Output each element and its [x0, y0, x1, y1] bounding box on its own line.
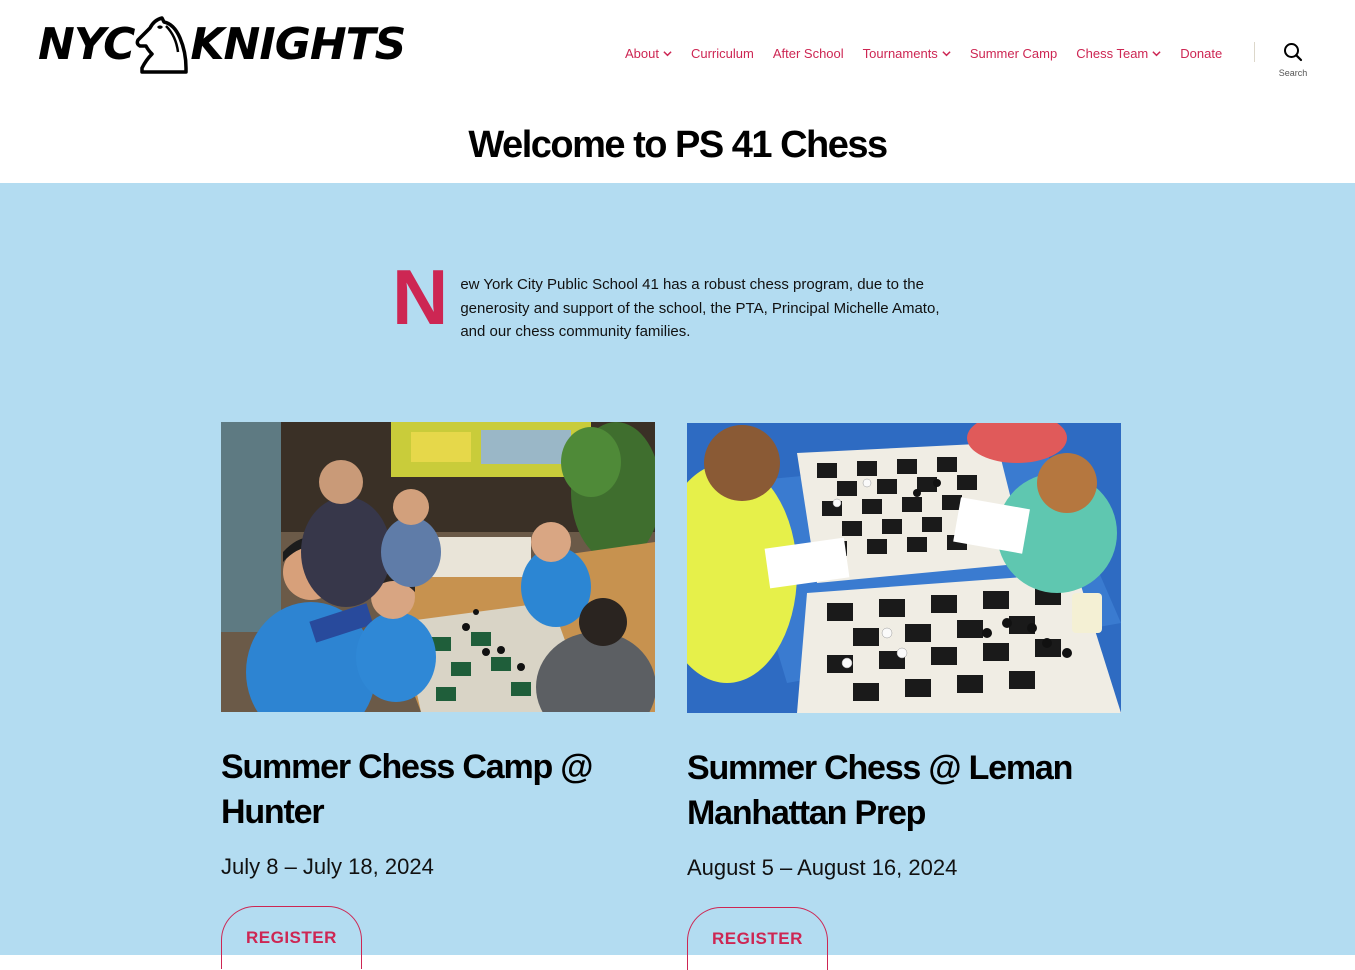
event-date: August 5 – August 16, 2024 [687, 855, 958, 880]
event-card-hunter: Summer Chess Camp @ Hunter July 8 – July… [221, 422, 655, 969]
nav-item-summer-camp[interactable]: Summer Camp [970, 46, 1057, 61]
event-photo-hunter[interactable] [221, 422, 655, 712]
event-date: July 8 – July 18, 2024 [221, 854, 434, 879]
nav-item-about[interactable]: About [625, 46, 672, 61]
nav-item-label: After School [772, 45, 844, 61]
nav-item-label: Tournaments [862, 45, 938, 61]
chevron-down-icon [663, 50, 672, 56]
site-header: NYC KNIGHTS About Curriculum After Schoo… [0, 0, 1355, 183]
nav-item-label: Donate [1180, 45, 1223, 61]
nav-item-donate[interactable]: Donate [1180, 46, 1222, 61]
event-card-leman: Summer Chess @ Leman Manhattan Prep Augu… [687, 423, 1121, 970]
search-label: Search [1278, 68, 1308, 78]
page-title: Welcome to PS 41 Chess [468, 124, 888, 166]
intro-paragraph: N ew York City Public School 41 has a ro… [392, 253, 952, 344]
nav-item-tournaments[interactable]: Tournaments [863, 46, 951, 61]
nav-item-curriculum[interactable]: Curriculum [691, 46, 754, 61]
site-logo[interactable]: NYC KNIGHTS [38, 14, 408, 76]
search-icon [1284, 43, 1303, 62]
logo-text-right: KNIGHTS [190, 19, 406, 70]
chevron-down-icon [1152, 50, 1161, 56]
register-button[interactable]: REGISTER [687, 907, 828, 970]
primary-navigation: About Curriculum After School Tournament… [625, 44, 1241, 62]
chevron-down-icon [942, 50, 951, 56]
nav-item-after-school[interactable]: After School [773, 46, 844, 61]
event-title[interactable]: Summer Chess @ Leman Manhattan Prep [687, 746, 1121, 836]
drop-cap: N [392, 253, 449, 341]
event-title[interactable]: Summer Chess Camp @ Hunter [221, 745, 655, 835]
main-content: N ew York City Public School 41 has a ro… [0, 183, 1355, 970]
nav-item-label: Summer Camp [969, 45, 1058, 61]
search-button[interactable]: Search [1270, 40, 1316, 82]
knight-horse-icon [136, 16, 189, 74]
nav-item-label: About [625, 45, 659, 61]
event-photo-leman[interactable] [687, 423, 1121, 713]
nav-item-label: Curriculum [690, 45, 754, 61]
register-button[interactable]: REGISTER [221, 906, 362, 969]
nav-item-label: Chess Team [1076, 45, 1149, 61]
nav-item-chess-team[interactable]: Chess Team [1076, 46, 1161, 61]
logo-text-left: NYC [38, 19, 135, 70]
nav-divider [1254, 42, 1255, 62]
intro-text: ew York City Public School 41 has a robu… [460, 276, 940, 340]
